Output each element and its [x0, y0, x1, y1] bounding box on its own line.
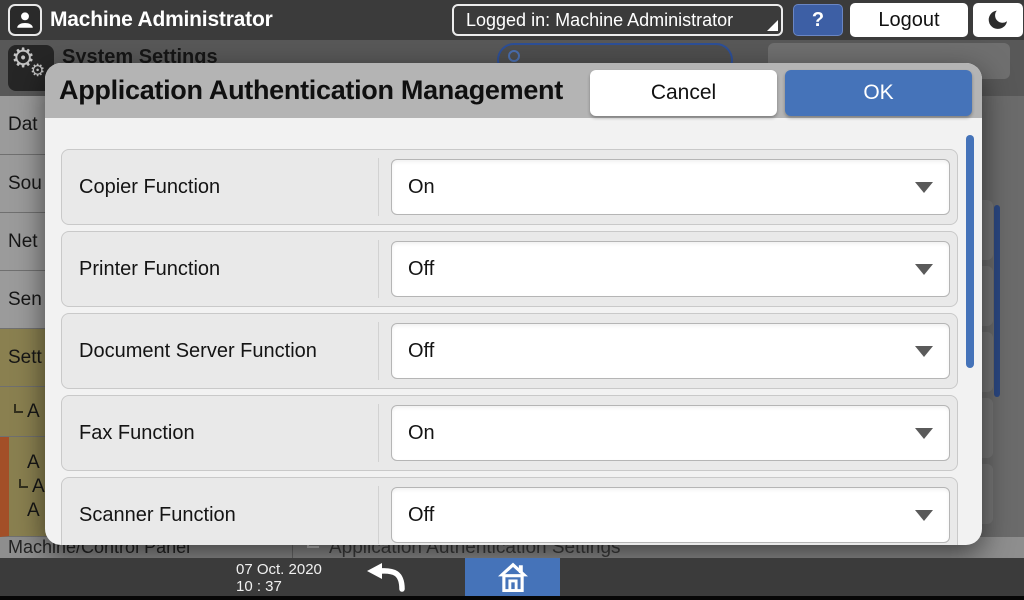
background-list-row-edge	[982, 200, 993, 260]
setting-row-printer: Printer Function Off	[61, 231, 958, 307]
bottom-taskbar: 07 Oct. 2020 10 : 37	[0, 558, 1024, 600]
chevron-down-icon	[915, 346, 933, 357]
user-icon	[17, 12, 33, 28]
time-text: 10 : 37	[236, 578, 282, 595]
dialog-scrollbar[interactable]	[966, 135, 974, 368]
crescent-moon-icon	[988, 10, 1007, 29]
page-title: Machine Administrator	[50, 8, 273, 31]
setting-row-scanner: Scanner Function Off	[61, 477, 958, 545]
copier-function-dropdown[interactable]: On	[391, 159, 950, 215]
tree-connector-icon	[19, 479, 28, 488]
background-list-row-edge	[982, 332, 993, 392]
dialog-title: Application Authentication Management	[59, 75, 563, 105]
logged-in-label: Logged in: Machine Administrator	[466, 10, 734, 30]
date-text: 07 Oct. 2020	[236, 561, 322, 578]
ok-button[interactable]: OK	[785, 70, 972, 116]
dropdown-value: Off	[408, 504, 435, 526]
gear-icon: ⚙	[30, 61, 46, 80]
user-account-button[interactable]	[8, 4, 42, 36]
sidebar-item-label: A	[27, 400, 40, 422]
background-list-row-edge	[982, 464, 993, 524]
search-icon	[508, 50, 520, 62]
background-list-row-edge	[982, 266, 993, 326]
sidebar-item-label: Net	[8, 230, 38, 252]
home-icon	[497, 562, 528, 592]
sidebar-item-label: Dat	[8, 114, 38, 135]
chevron-down-icon	[915, 264, 933, 275]
row-divider	[378, 322, 379, 380]
sidebar-item-label: Sett	[8, 346, 42, 368]
setting-label: Fax Function	[79, 422, 195, 444]
dropdown-value: Off	[408, 340, 435, 362]
chevron-down-icon	[915, 182, 933, 193]
background-list-row-edge	[982, 398, 993, 458]
background-page-scrollbar[interactable]	[994, 205, 1000, 397]
sidebar-item-line: A	[32, 475, 45, 497]
dropdown-value: Off	[408, 258, 435, 280]
setting-row-fax: Fax Function On	[61, 395, 958, 471]
help-button[interactable]: ?	[793, 4, 843, 36]
application-authentication-dialog: Application Authentication Management Ca…	[45, 63, 982, 545]
row-divider	[378, 486, 379, 544]
setting-row-document-server: Document Server Function Off	[61, 313, 958, 389]
tree-connector-icon	[14, 404, 23, 413]
fax-function-dropdown[interactable]: On	[391, 405, 950, 461]
logout-button[interactable]: Logout	[850, 3, 968, 37]
dialog-header: Application Authentication Management Ca…	[45, 63, 982, 118]
row-divider	[378, 158, 379, 216]
top-header-bar: Machine Administrator Logged in: Machine…	[0, 0, 1024, 40]
home-button[interactable]	[465, 558, 560, 596]
taskbar-bottom-edge	[0, 596, 1024, 600]
document-server-function-dropdown[interactable]: Off	[391, 323, 950, 379]
dropdown-value: On	[408, 422, 435, 444]
setting-label: Document Server Function	[79, 340, 317, 362]
logged-in-dropdown[interactable]: Logged in: Machine Administrator	[452, 4, 783, 36]
chevron-down-icon	[915, 428, 933, 439]
row-divider	[378, 404, 379, 462]
sidebar-item-label: Sou	[8, 172, 42, 194]
back-button[interactable]	[358, 560, 414, 594]
chevron-down-icon	[915, 510, 933, 521]
setting-label: Scanner Function	[79, 504, 236, 526]
sleep-mode-button[interactable]	[973, 3, 1023, 37]
sidebar-item-label: Sen	[8, 288, 42, 310]
screen: Machine Administrator Logged in: Machine…	[0, 0, 1024, 600]
row-divider	[378, 240, 379, 298]
setting-row-copier: Copier Function On	[61, 149, 958, 225]
setting-label: Printer Function	[79, 258, 221, 280]
setting-label: Copier Function	[79, 176, 221, 198]
dropdown-value: On	[408, 176, 435, 198]
printer-function-dropdown[interactable]: Off	[391, 241, 950, 297]
scanner-function-dropdown[interactable]: Off	[391, 487, 950, 543]
datetime-display: 07 Oct. 2020 10 : 37	[236, 561, 322, 595]
corner-caret-icon	[767, 20, 778, 31]
back-arrow-icon	[367, 563, 405, 592]
cancel-button[interactable]: Cancel	[590, 70, 777, 116]
